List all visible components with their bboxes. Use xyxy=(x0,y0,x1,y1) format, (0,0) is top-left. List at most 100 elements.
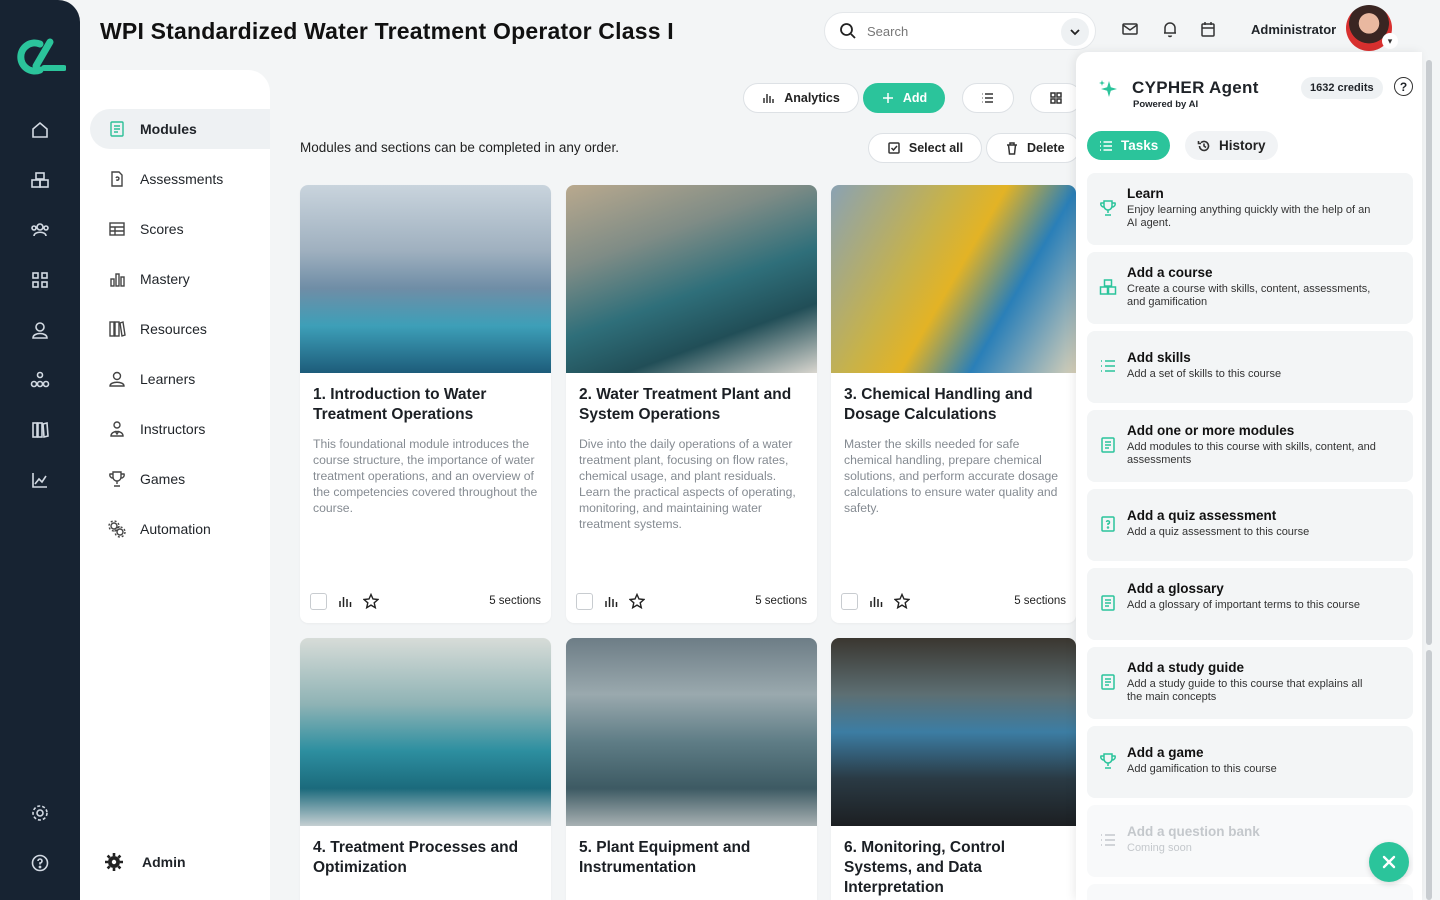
search-dropdown-button[interactable] xyxy=(1061,18,1089,46)
users-icon[interactable] xyxy=(26,216,54,244)
module-image xyxy=(831,638,1076,826)
module-card[interactable]: 6. Monitoring, Control Systems, and Data… xyxy=(831,638,1076,900)
grid-view-button[interactable] xyxy=(1030,83,1082,113)
module-title[interactable]: 1. Introduction to Water Treatment Opera… xyxy=(300,373,551,425)
module-title[interactable]: 3. Chemical Handling and Dosage Calculat… xyxy=(831,373,1076,425)
grid-icon xyxy=(1050,92,1062,104)
task-title: Add a study guide xyxy=(1127,660,1245,675)
library-icon[interactable] xyxy=(26,416,54,444)
task-add-skills[interactable]: Add skills Add a set of skills to this c… xyxy=(1087,331,1413,403)
sidebar-item-mastery[interactable]: Mastery xyxy=(90,259,270,299)
star-icon[interactable] xyxy=(629,593,645,609)
app-logo[interactable] xyxy=(14,36,66,76)
search-box[interactable] xyxy=(824,12,1096,50)
module-card[interactable]: 1. Introduction to Water Treatment Opera… xyxy=(300,185,551,623)
sidebar-item-automation[interactable]: Automation xyxy=(90,509,270,549)
task-add-quiz[interactable]: Add a quiz assessment Add a quiz assessm… xyxy=(1087,489,1413,561)
module-checkbox[interactable] xyxy=(576,592,593,610)
checkbox-icon xyxy=(888,142,900,154)
module-image xyxy=(566,638,817,826)
sidebar-item-label: Modules xyxy=(140,121,197,137)
task-description: Coming soon xyxy=(1127,842,1192,854)
chart-icon[interactable] xyxy=(603,593,619,609)
apps-icon[interactable] xyxy=(26,266,54,294)
sidebar-item-resources[interactable]: Resources xyxy=(90,309,270,349)
page-title: WPI Standardized Water Treatment Operato… xyxy=(100,18,674,44)
trophy-icon xyxy=(1100,753,1116,769)
delete-button[interactable]: Delete xyxy=(986,133,1080,163)
sidebar-item-modules[interactable]: Modules xyxy=(90,109,270,149)
book-icon xyxy=(1101,674,1115,690)
module-title[interactable]: 2. Water Treatment Plant and System Oper… xyxy=(566,373,817,425)
admin-button[interactable]: Admin xyxy=(104,852,186,872)
list-view-button[interactable] xyxy=(962,83,1014,113)
close-agent-button[interactable] xyxy=(1369,842,1409,882)
add-button[interactable]: Add xyxy=(863,83,945,113)
sidebar-item-learners[interactable]: Learners xyxy=(90,359,270,399)
courses-icon[interactable] xyxy=(26,166,54,194)
settings-icon[interactable] xyxy=(26,799,54,827)
task-description: Add a glossary of important terms to thi… xyxy=(1127,599,1360,611)
module-checkbox[interactable] xyxy=(310,592,327,610)
task-learn[interactable]: Learn Enjoy learning anything quickly wi… xyxy=(1087,173,1413,245)
list-icon xyxy=(1101,360,1115,372)
chevron-down-icon[interactable]: ▾ xyxy=(1382,33,1398,49)
agent-panel: CYPHER Agent Powered by AI 1632 credits … xyxy=(1076,52,1422,900)
org-icon[interactable] xyxy=(26,366,54,394)
agent-subtitle: Powered by AI xyxy=(1133,99,1199,110)
person-icon[interactable] xyxy=(26,316,54,344)
analytics-button[interactable]: Analytics xyxy=(743,83,859,113)
instructor-icon xyxy=(110,421,124,437)
search-input[interactable] xyxy=(867,23,1047,39)
sidebar-item-scores[interactable]: Scores xyxy=(90,209,270,249)
analytics-label: Analytics xyxy=(784,91,840,105)
scrollbar-lower[interactable] xyxy=(1426,650,1432,900)
bell-icon[interactable] xyxy=(1161,20,1183,42)
history-icon xyxy=(1197,140,1210,151)
sidebar-item-label: Resources xyxy=(140,321,207,337)
module-title[interactable]: 4. Treatment Processes and Optimization xyxy=(300,826,551,878)
plus-icon xyxy=(882,93,893,103)
module-title[interactable]: 5. Plant Equipment and Instrumentation xyxy=(566,826,817,878)
user-name[interactable]: Administrator xyxy=(1251,22,1336,37)
home-icon[interactable] xyxy=(26,116,54,144)
chevron-down-icon xyxy=(1070,29,1080,36)
tab-tasks[interactable]: Tasks xyxy=(1087,131,1171,160)
scrollbar[interactable] xyxy=(1426,60,1432,645)
module-description: This foundational module introduces the … xyxy=(313,437,538,515)
task-add-modules[interactable]: Add one or more modules Add modules to t… xyxy=(1087,410,1413,482)
task-add-study-guide[interactable]: Add a study guide Add a study guide to t… xyxy=(1087,647,1413,719)
sidebar-item-games[interactable]: Games xyxy=(90,459,270,499)
task-add-glossary[interactable]: Add a glossary Add a glossary of importa… xyxy=(1087,568,1413,640)
task-add-course[interactable]: Add a course Create a course with skills… xyxy=(1087,252,1413,324)
module-checkbox[interactable] xyxy=(841,592,858,610)
chart-icon[interactable] xyxy=(868,593,884,609)
module-card[interactable]: 2. Water Treatment Plant and System Oper… xyxy=(566,185,817,623)
module-card[interactable]: 4. Treatment Processes and Optimization xyxy=(300,638,551,900)
calendar-icon[interactable] xyxy=(1199,20,1221,42)
task-add-question-bank: Add a question bank Coming soon xyxy=(1087,805,1413,877)
task-title: Learn xyxy=(1127,186,1164,201)
star-icon[interactable] xyxy=(894,593,910,609)
list-icon xyxy=(1100,140,1112,151)
help-icon[interactable] xyxy=(26,849,54,877)
list-icon xyxy=(1101,834,1115,846)
module-card[interactable]: 3. Chemical Handling and Dosage Calculat… xyxy=(831,185,1076,623)
sparkle-icon xyxy=(1099,80,1117,97)
task-add-game[interactable]: Add a game Add gamification to this cour… xyxy=(1087,726,1413,798)
tab-history[interactable]: History xyxy=(1185,131,1278,160)
star-icon[interactable] xyxy=(363,593,379,609)
chart-icon[interactable] xyxy=(337,593,353,609)
task-title: Add a glossary xyxy=(1127,581,1224,596)
reports-icon[interactable] xyxy=(26,466,54,494)
list-icon xyxy=(982,93,993,103)
select-all-button[interactable]: Select all xyxy=(868,133,982,163)
page-subtitle: Modules and sections can be completed in… xyxy=(300,140,619,155)
help-icon[interactable]: ? xyxy=(1394,77,1413,96)
mail-icon[interactable] xyxy=(1121,20,1143,42)
task-title: Add a quiz assessment xyxy=(1127,508,1277,523)
module-title[interactable]: 6. Monitoring, Control Systems, and Data… xyxy=(831,826,1076,898)
sidebar-item-instructors[interactable]: Instructors xyxy=(90,409,270,449)
sidebar-item-assessments[interactable]: Assessments xyxy=(90,159,270,199)
module-card[interactable]: 5. Plant Equipment and Instrumentation xyxy=(566,638,817,900)
